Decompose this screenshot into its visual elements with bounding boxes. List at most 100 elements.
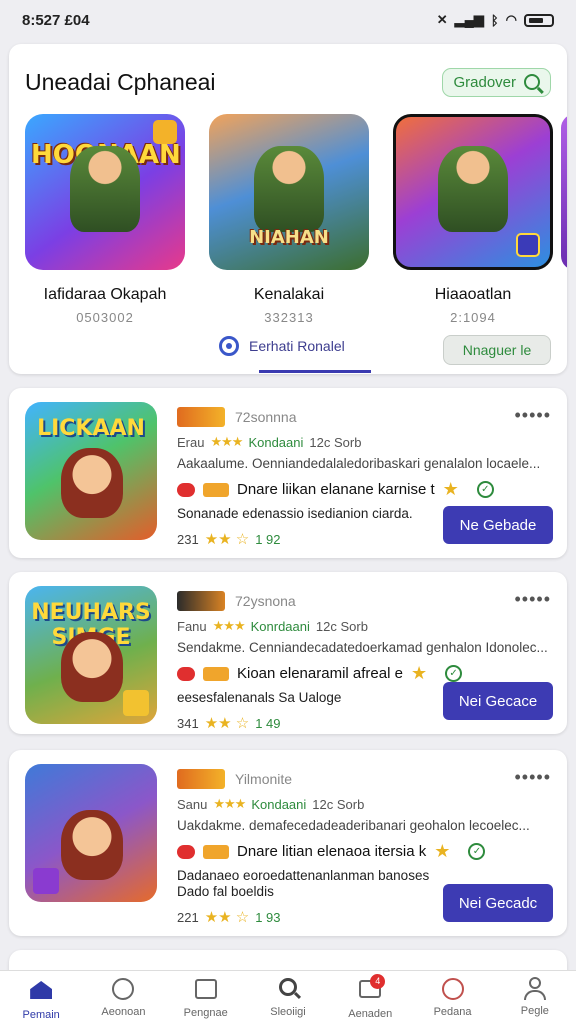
rating-suffix: 1 49 — [255, 715, 281, 731]
character-art — [438, 146, 508, 232]
featured-section: Uneadai Cphaneai Gradover HOONAAN Iafida… — [9, 44, 567, 374]
star-icon: ★ — [410, 663, 428, 683]
bluetooth-icon: ᛒ — [490, 12, 499, 28]
meta-stars: ★★★ — [210, 434, 243, 449]
meta-suffix: 12c Sorb — [309, 434, 362, 450]
install-button[interactable]: Nei Gecace — [443, 682, 553, 720]
install-button[interactable]: Ne Gebade — [443, 506, 553, 544]
developer-name: 72sonnna — [235, 409, 297, 425]
nav-item-home[interactable]: Pemain — [5, 977, 77, 1021]
star-icon: ★ — [434, 841, 451, 861]
featured-carousel[interactable]: HOONAAN Iafidaraa Okapah 0503002 NIAHAN … — [25, 114, 553, 325]
category-label[interactable]: Kondaani — [251, 797, 306, 812]
compass-icon — [112, 978, 135, 1000]
feature-title: Dnare litian elenaoa itersia k — [237, 843, 427, 860]
character-art — [61, 810, 123, 880]
game-thumbnail: NEUHARS SIMGE — [25, 586, 157, 724]
tab-icon — [219, 336, 239, 356]
wifi-icon: ◠ — [505, 12, 517, 27]
character-art — [61, 448, 123, 518]
nav-label: Pengnae — [183, 1007, 228, 1019]
secondary-description: Sonanade edenassio isedianion ciarda. — [177, 506, 413, 521]
nav-item-search[interactable]: Sleoiigi — [252, 977, 324, 1018]
install-button[interactable]: Nei Gecadc — [443, 884, 553, 922]
more-options-icon[interactable]: ••••• — [514, 590, 551, 608]
nav-label: Pedana — [433, 1006, 472, 1018]
nav-item-profile[interactable]: Pegle — [499, 977, 571, 1017]
nav-item-explore[interactable]: Aeonoan — [87, 977, 159, 1018]
featured-title: Uneadai Cphaneai — [25, 68, 216, 95]
corner-badge-icon — [516, 233, 540, 257]
mute-icon: ✕ — [436, 12, 448, 27]
featured-item-count: 2:1094 — [450, 310, 496, 325]
status-icons: ✕ ▂▄▆ ᛒ ◠ — [437, 12, 554, 28]
battery-icon — [524, 13, 554, 27]
manage-button[interactable]: Nnaguer le — [443, 335, 551, 365]
rating-prefix: 341 — [177, 715, 199, 731]
rating-prefix: 221 — [177, 909, 199, 925]
profile-icon — [522, 977, 548, 1001]
orange-badge-icon — [203, 666, 229, 681]
featured-item-name: Iafidaraa Okapah — [43, 286, 167, 303]
meta-stars: ★★★ — [213, 796, 246, 811]
character-art — [61, 632, 123, 702]
developer-logo-icon — [177, 769, 225, 789]
featured-item[interactable]: NIAHAN Kenalakai 332313 — [209, 114, 369, 325]
check-icon: ✓ — [468, 843, 486, 860]
red-badge-icon — [177, 844, 195, 859]
nav-label: Aeonoan — [101, 1006, 146, 1018]
rating-stars: ★★ ☆ — [204, 531, 250, 548]
more-options-icon[interactable]: ••••• — [514, 406, 551, 424]
orange-badge-icon — [203, 844, 229, 859]
category-label[interactable]: Kondaani — [248, 435, 303, 450]
game-logo: NIAHAN — [249, 227, 329, 248]
nav-label: Pemain — [22, 1009, 60, 1021]
rating-suffix: 1 92 — [255, 531, 281, 547]
rating-stars: ★★ ☆ — [204, 909, 250, 926]
orange-badge-icon — [203, 482, 229, 497]
game-thumbnail: LICKAAN — [25, 402, 157, 540]
list-item[interactable]: LICKAAN 72sonnna ••••• Erau ★★★ Kondaani… — [9, 388, 567, 558]
bottom-navigation: Pemain Aeonoan Pengnae Sleoiigi 4 Aenade… — [0, 970, 576, 1024]
meta-prefix: Fanu — [177, 618, 207, 634]
notification-badge: 4 — [370, 974, 386, 989]
featured-item-count: 0503002 — [76, 310, 134, 325]
tab-indicator — [259, 370, 371, 373]
character-art — [70, 145, 140, 232]
feature-title: Dnare liikan elanane karnise t — [237, 481, 435, 498]
featured-item-name: Hiaaoatlan — [434, 286, 512, 303]
home-icon — [30, 981, 53, 999]
nav-item-library[interactable]: Pengnae — [170, 977, 242, 1019]
footer-tab[interactable]: Eerhati Ronalel — [219, 336, 345, 356]
corner-badge-icon — [33, 868, 59, 894]
featured-item[interactable]: HOONAAN Iafidaraa Okapah 0503002 — [25, 114, 185, 325]
star-icon: ★ — [442, 479, 459, 499]
check-icon: ✓ — [476, 481, 494, 498]
category-label[interactable]: Konrdaani — [251, 619, 310, 634]
nav-item-inbox[interactable]: 4 Aenaden — [334, 974, 406, 1020]
discover-button[interactable]: Gradover — [442, 67, 551, 97]
meta-suffix: 12c Sorb — [312, 796, 365, 812]
next-featured-peek[interactable] — [561, 114, 567, 270]
library-icon — [194, 979, 217, 999]
featured-item-count: 332313 — [264, 310, 314, 325]
list-item[interactable]: NEUHARS SIMGE 72ysnona ••••• Fanu ★★★ Ko… — [9, 572, 567, 734]
featured-item[interactable]: Hiaaoatlan 2:1094 — [393, 114, 553, 325]
list-item[interactable]: Yilmonite ••••• Sanu ★★★ Kondaani 12c So… — [9, 750, 567, 936]
footer-tab-label: Eerhati Ronalel — [249, 338, 345, 354]
game-artwork: HOONAAN — [25, 114, 185, 270]
more-options-icon[interactable]: ••••• — [514, 768, 551, 786]
rating-prefix: 231 — [177, 531, 199, 547]
nav-item-favorites[interactable]: Pedana — [417, 977, 489, 1018]
check-icon: ✓ — [445, 665, 463, 682]
search-icon — [278, 978, 297, 996]
rating-suffix: 1 93 — [255, 909, 281, 925]
rating-stars: ★★ ☆ — [204, 715, 250, 732]
description: Sendakme. Cenniandecadatedoerkamad genha… — [177, 640, 548, 655]
nav-label: Pegle — [520, 1005, 549, 1017]
developer-logo-icon — [177, 407, 225, 427]
feature-title: Kioan elenaramil afreal e — [237, 665, 403, 682]
character-art — [254, 145, 324, 232]
status-time: 8:527 £04 — [22, 11, 90, 29]
description: Uakdakme. demafecedadeaderibanari geohal… — [177, 818, 530, 833]
